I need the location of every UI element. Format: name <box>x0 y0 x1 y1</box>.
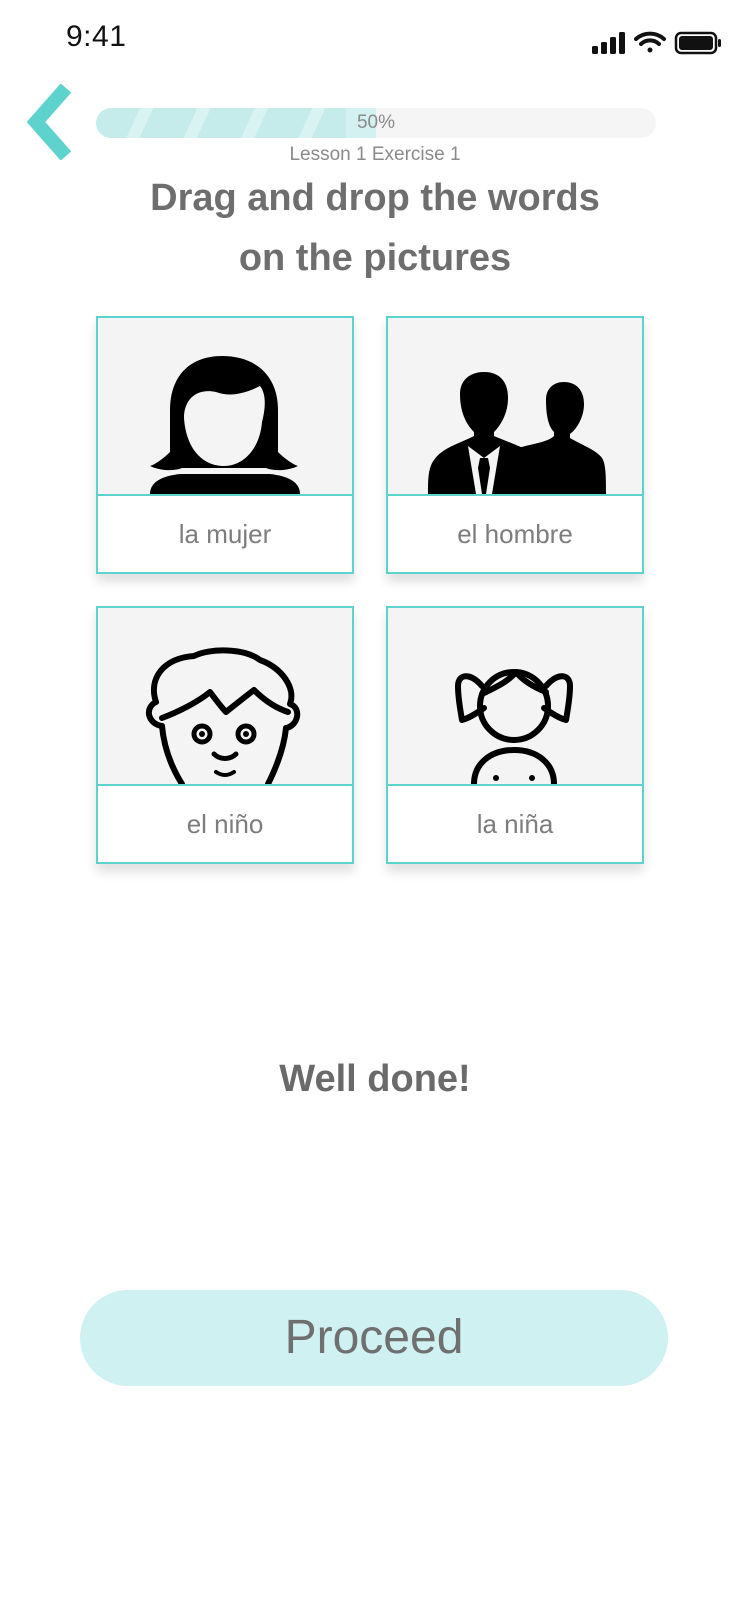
progress-label: 50% <box>356 112 396 133</box>
word-label[interactable]: la mujer <box>98 496 352 572</box>
picture-card-woman[interactable]: la mujer <box>96 316 354 574</box>
status-icons <box>592 31 721 55</box>
feedback-message: Well done! <box>279 1058 471 1100</box>
status-time: 9:41 <box>66 20 127 53</box>
progress-bar: 50% <box>96 108 656 138</box>
men-icon <box>428 372 606 494</box>
picture-card-men[interactable]: el hombre <box>386 316 644 574</box>
cellular-signal-icon <box>592 32 625 54</box>
boy-icon <box>145 647 301 784</box>
girl-icon <box>455 669 573 784</box>
word-label[interactable]: la niña <box>388 786 642 862</box>
woman-icon <box>150 356 300 494</box>
instruction-line-2: on the pictures <box>238 237 512 279</box>
wifi-icon <box>634 31 666 53</box>
picture-drop-zone[interactable] <box>98 608 352 786</box>
picture-drop-zone[interactable] <box>388 608 642 786</box>
lesson-label: Lesson 1 Exercise 1 <box>289 144 461 165</box>
status-bar: 9:41 <box>0 0 750 88</box>
word-label[interactable]: el niño <box>98 786 352 862</box>
proceed-button[interactable]: Proceed <box>80 1290 668 1386</box>
picture-drop-zone[interactable] <box>388 318 642 496</box>
instruction-line-1: Drag and drop the words <box>150 177 600 219</box>
picture-drop-zone[interactable] <box>98 318 352 496</box>
battery-icon <box>674 31 721 55</box>
picture-card-boy[interactable]: el niño <box>96 606 354 864</box>
page-title: Drag and drop the words on the pictures <box>0 168 750 288</box>
word-label[interactable]: el hombre <box>388 496 642 572</box>
picture-card-girl[interactable]: la niña <box>386 606 644 864</box>
